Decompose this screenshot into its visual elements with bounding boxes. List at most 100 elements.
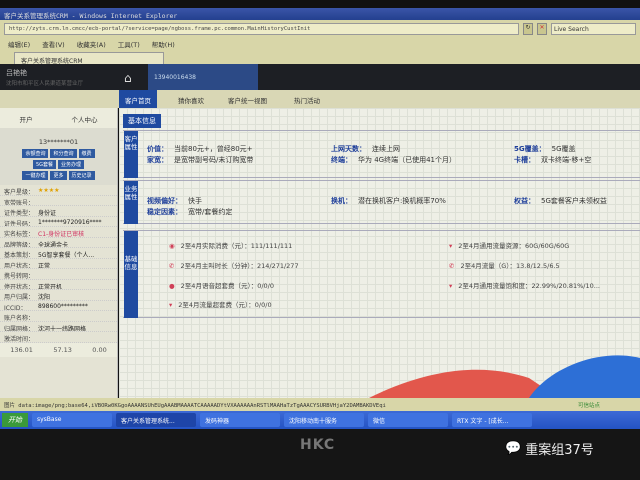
- field-label: 换机：: [331, 197, 352, 205]
- phone-icon: ✆: [169, 262, 175, 270]
- consumption-icon: ◉: [169, 242, 175, 250]
- customer-info-row: 携号转网：: [0, 269, 117, 280]
- action-button[interactable]: 更多: [50, 171, 67, 180]
- action-button[interactable]: 缴费: [78, 149, 95, 158]
- customer-info-row: 停开状态： 正常开机: [0, 280, 117, 290]
- field-label: 携号转网：: [4, 273, 35, 280]
- wechat-icon: 💬: [505, 441, 522, 456]
- stop-icon[interactable]: ✕: [537, 23, 547, 35]
- menu-view[interactable]: 查看(V): [42, 39, 65, 49]
- field-value: 快手: [188, 197, 202, 205]
- field-label: 证件类型：: [4, 210, 35, 217]
- field-label: ICCID：: [4, 304, 27, 311]
- menu-favorites[interactable]: 收藏夹(A): [77, 39, 106, 49]
- menu-edit[interactable]: 编辑(E): [8, 39, 30, 49]
- status-bar: 图片 data:image/png;base64,iVBORw0KGgoAAAA…: [0, 398, 640, 411]
- taskbar-item[interactable]: 发码神器: [200, 413, 280, 427]
- home-icon[interactable]: ⌂: [124, 71, 132, 85]
- action-button[interactable]: 历史记录: [68, 171, 95, 180]
- action-button[interactable]: 一键办理: [22, 171, 49, 180]
- field-label: 价值：: [147, 145, 168, 153]
- nav-customer-home[interactable]: 客户首页: [119, 90, 157, 108]
- field-value: 沈阳: [38, 294, 51, 301]
- security-zone: 可信站点: [577, 403, 600, 409]
- app-header: 吕艳艳 沈阳市和平区人民渠道某营业厅 ⌂ 13940016438: [0, 64, 640, 92]
- field-value: 潜在换机客户:换机概率70%: [358, 197, 446, 205]
- phone-icon: ✆: [449, 262, 455, 270]
- taskbar-item[interactable]: 沈阳移动南十服务: [284, 413, 364, 427]
- customer-info-row: 宽带账号：: [0, 196, 117, 206]
- decorative-wave: [369, 355, 640, 398]
- field-value: 连续上网: [372, 145, 400, 153]
- field-value: 当前80元+，曾经80元+: [174, 145, 253, 153]
- nav-hot-activities[interactable]: 热门活动: [288, 90, 326, 108]
- watermark: 💬 重案组37号: [505, 439, 594, 458]
- customer-info-row: 归属网格： 沈河十一纬路网格: [0, 322, 117, 332]
- field-label: 视频偏好：: [147, 197, 182, 205]
- field-label: 实名标签：: [4, 231, 35, 238]
- fee-icon: ●: [169, 282, 175, 290]
- action-button[interactable]: 5G套餐: [32, 160, 57, 169]
- field-value: 身份证: [38, 210, 57, 217]
- field-value: 双卡终端-移+空: [541, 156, 592, 164]
- field-label: 终端：: [331, 156, 352, 164]
- url-input[interactable]: http://zyts.crm.ln.cmcc/ecb-portal/?serv…: [4, 23, 519, 35]
- menu-tools[interactable]: 工具(T): [118, 39, 140, 49]
- field-value: 华为 4G终端（已使用41个月）: [358, 156, 457, 164]
- search-input[interactable]: Live Search: [551, 23, 636, 35]
- personal-center-link[interactable]: 个人中心: [72, 114, 98, 124]
- field-value: 1*******9720916****: [38, 218, 102, 226]
- customer-tab[interactable]: 13940016438: [148, 64, 258, 92]
- section-title: 基本信息: [123, 114, 161, 128]
- customer-info-row: 客户星级： ★★★★: [0, 185, 117, 196]
- field-label: 上网天数：: [331, 145, 366, 153]
- balance-value: 136.01: [10, 345, 33, 354]
- taskbar-item[interactable]: RTX 文字 - [成长...: [452, 413, 532, 427]
- menu-help[interactable]: 帮助(H): [152, 39, 175, 49]
- wifi-icon: ▾: [449, 282, 453, 290]
- taskbar-item[interactable]: sysBase: [32, 413, 112, 427]
- stat-text: 2至4月流量（G）：13.8/12.5/6.5: [460, 262, 560, 270]
- stat-text: 2至4月主叫时长（分钟）：214/271/277: [180, 262, 299, 270]
- field-label: 停开状态：: [4, 283, 35, 290]
- field-value: 5G覆盖: [551, 145, 576, 153]
- start-button[interactable]: 开始: [2, 413, 28, 427]
- user-org: 沈阳市和平区人民渠道某营业厅: [6, 81, 84, 87]
- action-button[interactable]: 业务办理: [58, 160, 85, 169]
- field-value: 全球通金卡: [38, 241, 69, 248]
- customer-info-row: 品牌等级： 全球通金卡: [0, 238, 117, 248]
- wifi-icon: ▾: [169, 301, 173, 309]
- field-label: 用户归属：: [4, 294, 35, 301]
- field-value: 898600*********: [38, 302, 88, 310]
- nav-customer-view[interactable]: 客户统一视图: [222, 90, 273, 108]
- action-button[interactable]: 积分查询: [50, 149, 77, 158]
- customer-info-row: 实名标签： C1-身份证已审核: [0, 227, 117, 238]
- customer-info-row: 基本策划： 5G智享套餐（个人...: [0, 248, 117, 259]
- address-bar: http://zyts.crm.ln.cmcc/ecb-portal/?serv…: [0, 20, 640, 38]
- field-label: 账户名称：: [4, 315, 35, 322]
- customer-info-row: 用户状态： 正常: [0, 259, 117, 269]
- field-value: 是宽带副号码/未订购宽带: [174, 156, 254, 164]
- main-content: 基本信息 客户属性 价值： 当前80元+，曾经80元+ 家宽： 是宽带副号码/未订购…: [119, 108, 640, 398]
- stat-text: 2至4月实际消费（元）：111/111/111: [180, 242, 293, 250]
- action-button[interactable]: 余额查询: [22, 149, 49, 158]
- window-title: 客户关系管理系统CRM - Windows Internet Explorer: [0, 8, 640, 20]
- stat-text: 2至4月流量超套费（元）：0/0/0: [178, 301, 272, 309]
- nav-guess-you-like[interactable]: 猜你喜欢: [172, 90, 210, 108]
- field-label: 品牌等级：: [4, 241, 35, 248]
- field-label: 激活时间：: [4, 336, 35, 343]
- field-label: 家宽：: [147, 156, 168, 164]
- menu-bar: 编辑(E) 查看(V) 收藏夹(A) 工具(T) 帮助(H): [0, 38, 640, 50]
- refresh-icon[interactable]: ↻: [523, 23, 533, 35]
- taskbar-item[interactable]: 微信: [368, 413, 448, 427]
- field-label: 权益：: [514, 197, 535, 205]
- field-label: 证件号码：: [4, 220, 35, 227]
- field-label: 稳定因素：: [147, 208, 182, 216]
- customer-sidebar: 开户 个人中心 13*******01 余额查询 积分查询 缴费 5G套餐 业务办理 …: [0, 108, 118, 398]
- monitor-bezel: HKC 💬 重案组37号: [0, 429, 640, 480]
- field-value: 正常: [38, 262, 51, 269]
- taskbar-item[interactable]: 客户关系管理系统...: [116, 413, 196, 427]
- taskbar: 开始 sysBase 客户关系管理系统... 发码神器 沈阳移动南十服务 微信 …: [0, 411, 640, 429]
- field-label: 归属网格：: [4, 325, 35, 332]
- open-account-link[interactable]: 开户: [20, 114, 33, 124]
